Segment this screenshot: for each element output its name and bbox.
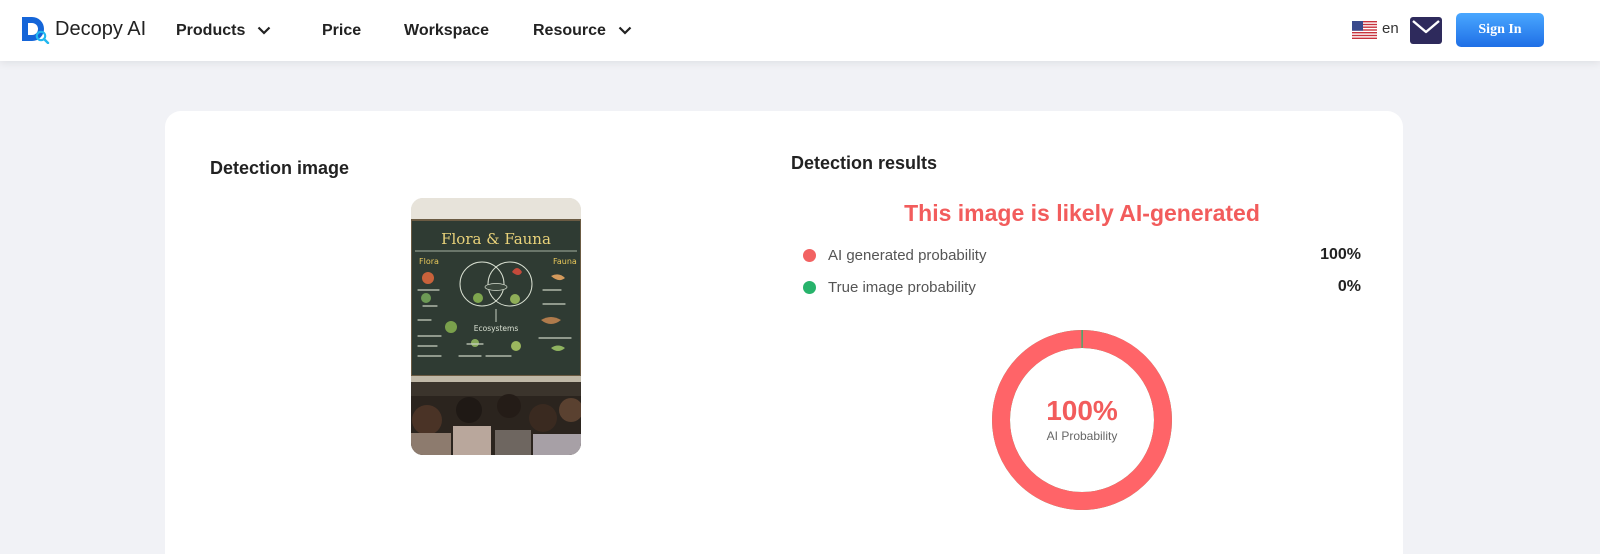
- detection-card: [165, 111, 1403, 554]
- nav-price[interactable]: Price: [322, 0, 361, 61]
- ai-status-dot-icon: [803, 249, 816, 262]
- true-image-probability-row: True image probability 0%: [803, 278, 1361, 298]
- us-flag-icon[interactable]: [1352, 21, 1377, 39]
- detection-verdict: This image is likely AI-generated: [904, 200, 1260, 226]
- ai-probability-label: AI generated probability: [828, 247, 987, 264]
- chevron-down-icon: [258, 26, 271, 35]
- uploaded-image-thumbnail[interactable]: Flora & Fauna Flora Fauna Ecosystems: [411, 198, 581, 455]
- thumbnail-ecosystems-label: Ecosystems: [474, 324, 519, 333]
- chevron-down-icon: [618, 26, 632, 35]
- chalkboard-classroom-image: Flora & Fauna Flora Fauna Ecosystems: [411, 198, 581, 455]
- nav-products-label: Products: [176, 21, 246, 39]
- detection-results-heading: Detection results: [791, 153, 938, 173]
- top-navigation-bar: Decopy AI Products Price Workspace Resou…: [0, 0, 1600, 61]
- donut-caption: AI Probability: [1046, 429, 1118, 443]
- thumbnail-fauna-label: Fauna: [553, 257, 577, 266]
- sign-in-button[interactable]: Sign In: [1456, 13, 1544, 47]
- language-selector[interactable]: en: [1382, 20, 1399, 37]
- true-status-dot-icon: [803, 281, 816, 294]
- nav-workspace[interactable]: Workspace: [404, 0, 489, 61]
- mail-icon[interactable]: [1410, 17, 1442, 44]
- ai-probability-row: AI generated probability 100%: [803, 246, 1361, 266]
- brand-name: Decopy AI: [55, 17, 147, 40]
- nav-resource-label: Resource: [533, 21, 606, 39]
- true-image-probability-label: True image probability: [828, 279, 976, 296]
- decopy-logo-icon: [22, 17, 50, 44]
- thumbnail-board-title: Flora & Fauna: [441, 230, 551, 248]
- donut-center-label: 100% AI Probability: [990, 395, 1174, 443]
- nav-products[interactable]: Products: [176, 0, 271, 61]
- donut-percentage: 100%: [1046, 395, 1118, 426]
- nav-workspace-label: Workspace: [404, 21, 490, 39]
- true-image-probability-value: 0%: [1337, 278, 1361, 295]
- thumbnail-flora-label: Flora: [419, 257, 439, 266]
- ai-probability-value: 100%: [1320, 246, 1361, 263]
- brand-logo[interactable]: Decopy AI: [20, 14, 146, 44]
- nav-resource[interactable]: Resource: [533, 0, 632, 61]
- detection-image-heading: Detection image: [210, 158, 350, 178]
- nav-price-label: Price: [322, 21, 362, 39]
